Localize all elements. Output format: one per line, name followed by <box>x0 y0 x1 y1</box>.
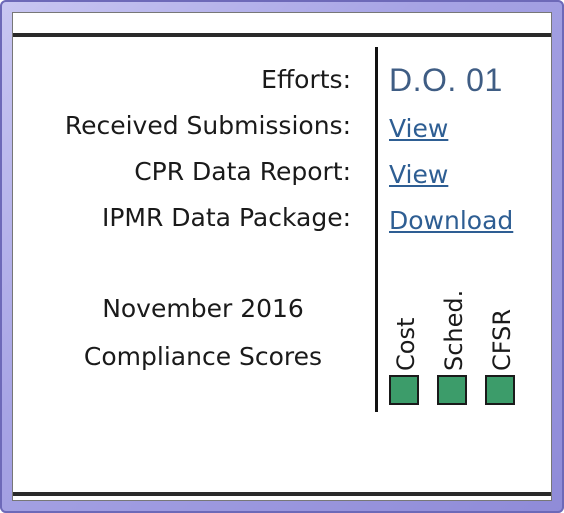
score-cfsr-indicator[interactable] <box>485 375 515 405</box>
cpr-data-report-view-link[interactable]: View <box>389 152 448 198</box>
received-submissions-view-link[interactable]: View <box>389 106 448 152</box>
score-cost: Cost <box>389 271 423 411</box>
top-border-bar <box>13 33 551 37</box>
row-labels: Efforts: Received Submissions: CPR Data … <box>11 57 351 241</box>
score-cost-indicator[interactable] <box>389 375 419 405</box>
ipmr-data-package-download-link[interactable]: Download <box>389 198 513 244</box>
bottom-border-bar <box>13 492 551 496</box>
compliance-title: Compliance Scores <box>83 342 323 371</box>
vertical-divider <box>375 47 378 412</box>
cpr-data-report-label: CPR Data Report: <box>134 157 351 186</box>
score-sched-indicator[interactable] <box>437 375 467 405</box>
score-sched-label: Sched. <box>440 289 468 371</box>
ipmr-data-package-label: IPMR Data Package: <box>101 203 351 232</box>
card-frame: Efforts: Received Submissions: CPR Data … <box>0 0 564 513</box>
received-submissions-label: Received Submissions: <box>64 111 351 140</box>
score-cost-label: Cost <box>392 317 420 371</box>
score-sched: Sched. <box>437 271 471 411</box>
effort-panel: Efforts: Received Submissions: CPR Data … <box>12 12 552 501</box>
efforts-value: D.O. 01 <box>389 62 503 98</box>
efforts-label: Efforts: <box>261 65 351 94</box>
score-cfsr: CFSR <box>485 271 519 411</box>
compliance-month: November 2016 <box>102 294 304 323</box>
score-cfsr-label: CFSR <box>488 308 516 371</box>
row-values: D.O. 01 View View Download <box>389 57 513 244</box>
compliance-heading: November 2016 Compliance Scores <box>53 285 353 381</box>
